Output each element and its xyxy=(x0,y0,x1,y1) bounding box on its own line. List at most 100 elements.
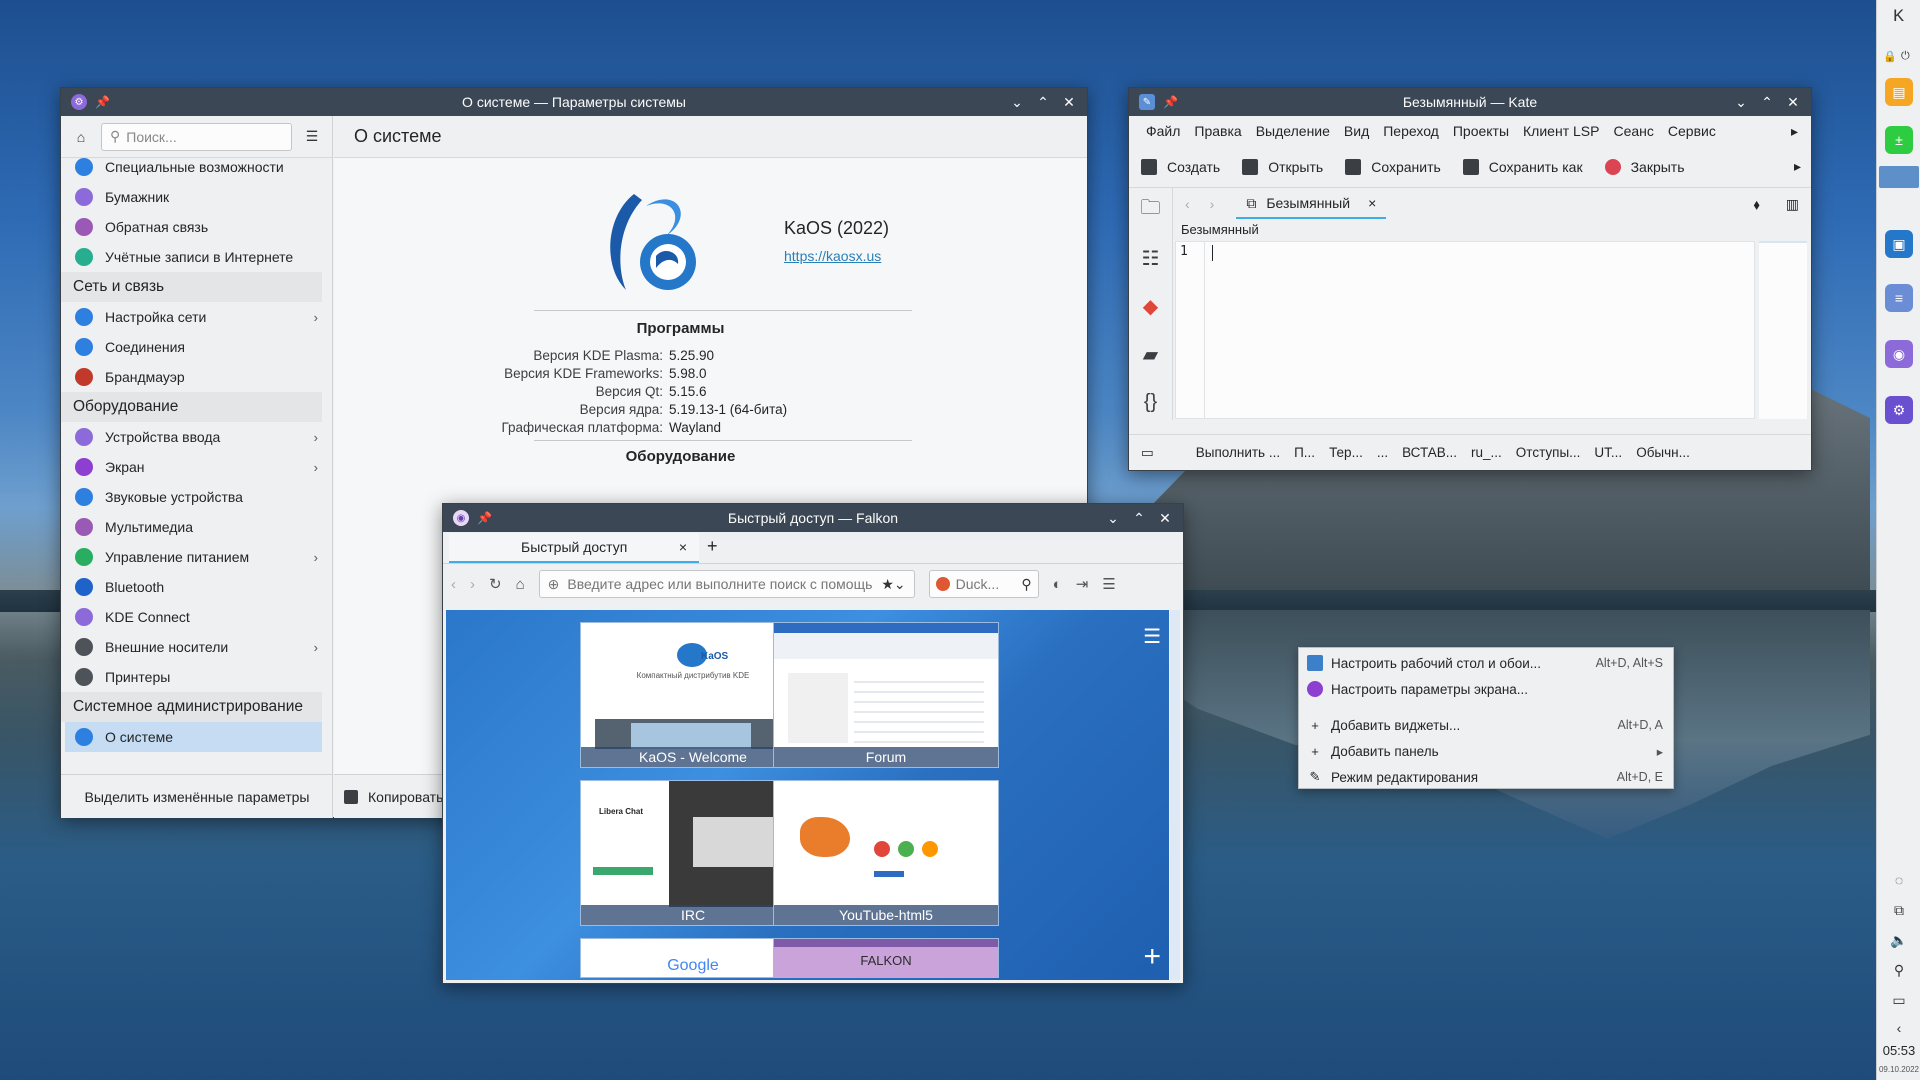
titlebar[interactable]: ⚙ 📌 О системе — Параметры системы ⌄ ⌃ ✕ xyxy=(61,88,1087,116)
minimize-button[interactable]: ⌄ xyxy=(1733,94,1749,111)
tab-speed-dial[interactable]: Быстрый доступ × xyxy=(449,533,699,563)
context-menu-item[interactable]: Настроить рабочий стол и обои... Alt+D, A… xyxy=(1299,650,1673,676)
highlight-changed-button[interactable]: Выделить изменённые параметры xyxy=(85,789,310,805)
menu-item[interactable]: Файл xyxy=(1139,123,1187,139)
terminal-toggle-icon[interactable]: ▭ xyxy=(1141,445,1154,461)
speed-dial-falkon[interactable]: FALKON xyxy=(773,938,999,978)
menu-item[interactable]: Правка xyxy=(1187,123,1248,139)
status-item[interactable]: Отступы... xyxy=(1516,445,1581,460)
clipboard-icon[interactable]: ⧉ xyxy=(1889,902,1909,922)
usb-icon[interactable]: ⚲ xyxy=(1889,962,1909,982)
status-item[interactable]: Обычн... xyxy=(1636,445,1690,460)
sidebar-item[interactable]: О системе xyxy=(65,722,322,752)
split-view-icon[interactable]: ▥ xyxy=(1786,196,1799,213)
status-item[interactable]: ru_... xyxy=(1471,445,1502,460)
sidebar-item[interactable]: Принтеры xyxy=(61,662,332,692)
application-launcher-icon[interactable]: ᴷ xyxy=(1885,6,1913,34)
sidebar-item[interactable]: Экран › xyxy=(61,452,332,482)
back-icon[interactable]: ‹ xyxy=(451,576,456,593)
toolbar-button[interactable]: Создать xyxy=(1141,158,1220,175)
sidebar-item[interactable]: Специальные возможности xyxy=(61,152,332,182)
ghost-icon[interactable]: ◌ xyxy=(1889,872,1909,892)
search-engine-input[interactable]: Duck... ⚲ xyxy=(928,570,1039,598)
status-item[interactable]: ВСТАВ... xyxy=(1402,445,1457,460)
os-url-link[interactable]: https://kaosx.us xyxy=(784,248,881,264)
sidebar-item[interactable]: Мультимедиа xyxy=(61,512,332,542)
reload-icon[interactable]: ↻ xyxy=(489,575,502,593)
close-button[interactable]: ✕ xyxy=(1157,510,1173,527)
falkon-window[interactable]: ◉ 📌 Быстрый доступ — Falkon ⌄ ⌃ ✕ Быстры… xyxy=(442,503,1184,984)
home-icon[interactable]: ⌂ xyxy=(516,576,525,593)
folder-icon[interactable]: 🗀 xyxy=(1137,196,1165,224)
pin-icon[interactable]: 📌 xyxy=(477,511,492,525)
kate-window[interactable]: ✎ 📌 Безымянный — Kate ⌄ ⌃ ✕ Файл Правка Вы… xyxy=(1128,87,1812,471)
forward-icon[interactable]: › xyxy=(470,576,475,593)
menu-item[interactable]: Сервис xyxy=(1661,123,1723,139)
volume-icon[interactable]: 🔈 xyxy=(1889,932,1909,952)
context-menu-item[interactable]: + Добавить панель ▸ xyxy=(1299,738,1673,764)
speed-dial-forum[interactable]: Forum xyxy=(773,622,999,768)
sidebar-item[interactable]: Внешние носители › xyxy=(61,632,332,662)
toolbar-overflow-icon[interactable]: ▸ xyxy=(1794,158,1801,175)
sidebar-item[interactable]: Управление питанием › xyxy=(61,542,332,572)
git-icon[interactable]: ◆ xyxy=(1137,292,1165,320)
menu-item[interactable]: Клиент LSP xyxy=(1516,123,1606,139)
url-input[interactable]: ⊕ Введите адрес или выполните поиск с по… xyxy=(538,570,915,598)
text-editor[interactable]: 1 xyxy=(1175,241,1755,419)
sidebar-item[interactable]: Учётные записи в Интернете xyxy=(61,242,332,272)
sidebar-item[interactable]: Обратная связь xyxy=(61,212,332,242)
forward-icon[interactable]: › xyxy=(1210,196,1215,212)
symbols-icon[interactable]: {} xyxy=(1137,388,1165,416)
speed-dial-settings-icon[interactable]: ☰ xyxy=(1143,624,1161,649)
maximize-button[interactable]: ⌃ xyxy=(1131,510,1147,527)
settings-task-icon[interactable]: ⚙ xyxy=(1885,396,1913,424)
tab-untitled[interactable]: ⧉ Безымянный × xyxy=(1236,189,1387,219)
sidebar-item[interactable]: Бумажник xyxy=(61,182,332,212)
clock-date[interactable]: 09.10.2022 xyxy=(1877,1065,1920,1074)
file-manager-icon[interactable]: ▣ xyxy=(1885,230,1913,258)
maximize-button[interactable]: ⌃ xyxy=(1759,94,1775,111)
tab-close-icon[interactable]: × xyxy=(679,539,687,555)
desktop-pager-icon[interactable] xyxy=(1879,166,1919,188)
minimize-button[interactable]: ⌄ xyxy=(1105,510,1121,527)
context-menu-item[interactable]: ✎ Режим редактирования Alt+D, E xyxy=(1299,764,1673,790)
sidebar-item[interactable]: Звуковые устройства xyxy=(61,482,332,512)
toolbar-button[interactable]: Закрыть xyxy=(1604,158,1685,175)
sidebar-toggle-icon[interactable]: ⇥ xyxy=(1076,575,1089,593)
menu-item[interactable]: Вид xyxy=(1337,123,1376,139)
copy-button[interactable]: Копировать xyxy=(368,789,443,805)
search-icon[interactable]: ⚲ xyxy=(1021,576,1031,593)
minimize-button[interactable]: ⌄ xyxy=(1009,94,1025,111)
adblock-icon[interactable]: ◐ xyxy=(1053,576,1062,593)
lock-icon[interactable]: 🔒 xyxy=(1883,50,1897,63)
menu-item[interactable]: Сеанс xyxy=(1606,123,1660,139)
expand-tray-icon[interactable]: ‹ xyxy=(1889,1020,1909,1040)
pin-icon[interactable]: 📌 xyxy=(95,95,110,109)
menu-item[interactable]: Переход xyxy=(1376,123,1446,139)
scrollbar[interactable] xyxy=(1170,610,1180,980)
toolbar-button[interactable]: Сохранить как xyxy=(1462,158,1583,175)
clock-time[interactable]: 05:53 xyxy=(1877,1043,1920,1058)
close-button[interactable]: ✕ xyxy=(1061,94,1077,111)
menu-item[interactable]: Проекты xyxy=(1446,123,1516,139)
display-tray-icon[interactable]: ▭ xyxy=(1889,992,1909,1012)
sidebar-item[interactable]: Bluetooth xyxy=(61,572,332,602)
tab-close-icon[interactable]: × xyxy=(1368,195,1376,211)
sidebar-item[interactable]: KDE Connect xyxy=(61,602,332,632)
status-item[interactable]: Тер... xyxy=(1329,445,1363,460)
status-item[interactable]: П... xyxy=(1294,445,1315,460)
toolbar-button[interactable]: Открыть xyxy=(1242,158,1323,175)
document-list-icon[interactable]: ☷ xyxy=(1137,244,1165,272)
new-tab-icon[interactable]: + xyxy=(707,536,718,557)
titlebar[interactable]: ✎ 📌 Безымянный — Kate ⌄ ⌃ ✕ xyxy=(1129,88,1811,116)
tab-scroll-icon[interactable]: ⬧ xyxy=(1753,196,1759,213)
project-folder-icon[interactable]: ▰ xyxy=(1137,340,1165,368)
status-item[interactable]: ... xyxy=(1377,445,1388,460)
pin-icon[interactable]: 📌 xyxy=(1163,95,1178,109)
minimap[interactable] xyxy=(1759,241,1807,419)
power-icon[interactable]: ⏻ xyxy=(1901,50,1910,63)
calculator-app-icon[interactable]: ± xyxy=(1885,126,1913,154)
kate-task-icon[interactable]: ≡ xyxy=(1885,284,1913,312)
menu-item[interactable]: Выделение xyxy=(1249,123,1337,139)
sidebar-item[interactable]: Соединения xyxy=(61,332,332,362)
